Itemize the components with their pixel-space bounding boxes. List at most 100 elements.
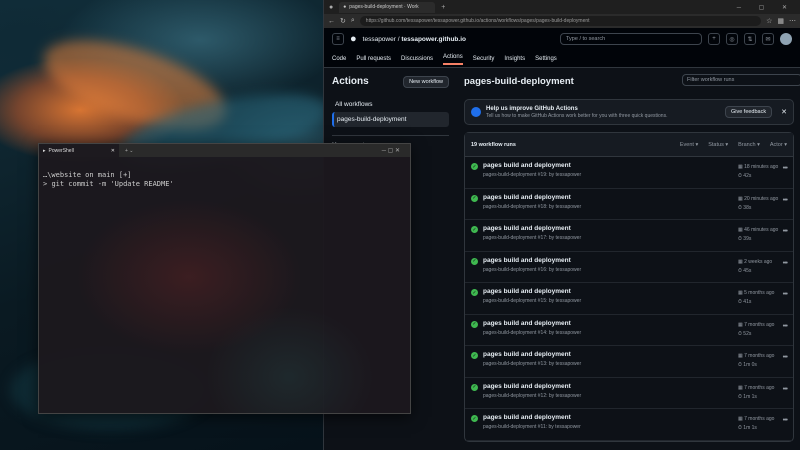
run-duration: 45s	[743, 267, 752, 274]
filter-actor[interactable]: Actor ▾	[770, 142, 787, 148]
search-input[interactable]: Type / to search	[560, 33, 702, 45]
back-icon[interactable]: ←	[328, 18, 335, 25]
run-duration: 42s	[743, 173, 752, 179]
banner-text: Tell us how to make GitHub Actions work …	[486, 112, 668, 119]
success-check-icon: ✓	[471, 257, 478, 265]
table-row[interactable]: ✓ pages build and deployment pages-build…	[465, 283, 793, 315]
run-options-icon[interactable]: •••	[783, 417, 788, 424]
run-title[interactable]: pages build and deployment	[483, 351, 581, 358]
run-title[interactable]: pages build and deployment	[483, 320, 581, 327]
run-options-icon[interactable]: •••	[783, 165, 788, 172]
terminal-tab-title: PowerShell	[48, 147, 74, 154]
table-row[interactable]: ✓ pages build and deployment pages-build…	[465, 315, 793, 346]
extensions-icon[interactable]: ▦	[777, 17, 784, 25]
sidebar-item-all-workflows[interactable]: All workflows	[332, 97, 449, 112]
create-new-icon[interactable]: +	[708, 33, 720, 45]
reload-icon[interactable]: ↻	[340, 17, 346, 25]
tab-insights[interactable]: Insights	[504, 56, 525, 62]
run-options-icon[interactable]: •••	[783, 197, 788, 204]
run-options-icon[interactable]: •••	[783, 260, 788, 267]
issues-icon[interactable]: ◎	[726, 33, 738, 45]
terminal-tab[interactable]: ▸ PowerShell ✕	[39, 144, 119, 157]
address-bar[interactable]: https://github.com/tessapower/tessapower…	[359, 16, 762, 26]
run-subtitle: pages-build-deployment #12: by tessapowe…	[483, 392, 582, 399]
tab-code[interactable]: Code	[332, 56, 346, 62]
new-tab-button[interactable]: +	[441, 4, 445, 11]
tab-actions[interactable]: Actions	[443, 54, 463, 65]
run-title[interactable]: pages build and deployment	[483, 383, 581, 390]
github-logo-icon[interactable]: ●	[350, 33, 357, 45]
table-row[interactable]: ✓ pages build and deployment pages-build…	[465, 220, 793, 252]
table-row[interactable]: ✓ pages build and deployment pages-build…	[465, 346, 793, 378]
run-title[interactable]: pages build and deployment	[483, 288, 581, 295]
repo-link[interactable]: tessapower.github.io	[401, 36, 466, 43]
run-title[interactable]: pages build and deployment	[483, 225, 581, 232]
new-workflow-button[interactable]: New workflow	[403, 76, 449, 88]
filter-branch[interactable]: Branch ▾	[738, 142, 760, 148]
filter-event[interactable]: Event ▾	[680, 142, 698, 148]
browser-menu-dots-icon[interactable]: ⋯	[789, 17, 796, 25]
run-duration: 41s	[743, 299, 752, 305]
tab-discussions[interactable]: Discussions	[401, 56, 433, 62]
run-meta: ▦ 46 minutes ago ⏱ 39s	[738, 227, 779, 242]
browser-toolbar: ← ↻ ⌕ https://github.com/tessapower/tess…	[324, 14, 800, 28]
runs-header: 19 workflow runs Event ▾ Status ▾ Branch…	[465, 133, 793, 157]
window-controls[interactable]: ─ ▢ ✕	[737, 4, 795, 11]
filter-status[interactable]: Status ▾	[708, 142, 728, 148]
sidebar-item-pages-build-deployment[interactable]: pages-build-deployment	[332, 112, 449, 127]
success-check-icon: ✓	[471, 320, 478, 328]
terminal-window-controls[interactable]: ─ ▢ ✕	[382, 147, 410, 154]
run-meta: ▦ 7 months ago ⏱ 1m 1s	[738, 384, 775, 400]
hamburger-menu-icon[interactable]: ≡	[332, 33, 344, 45]
bookmark-icon[interactable]: ☆	[766, 17, 772, 25]
run-duration: 1m 0s	[743, 362, 757, 368]
run-options-icon[interactable]: •••	[783, 228, 788, 235]
filter-runs-input[interactable]: Filter workflow runs	[682, 74, 800, 86]
run-options-icon[interactable]: •••	[783, 386, 788, 393]
run-options-icon[interactable]: •••	[783, 291, 788, 298]
table-row[interactable]: ✓ pages build and deployment pages-build…	[465, 378, 793, 409]
run-title[interactable]: pages build and deployment	[483, 414, 581, 421]
table-row[interactable]: ✓ pages build and deployment pages-build…	[465, 252, 793, 283]
github-header: ≡ ● tessapower / tessapower.github.io Ty…	[324, 28, 800, 68]
notifications-icon[interactable]: ✉	[762, 33, 774, 45]
tab-close-icon[interactable]: ✕	[111, 148, 115, 154]
run-duration: 1m 1s	[743, 393, 757, 400]
browser-tabbar: ● ● pages-build-deployment · Work + ─ ▢ …	[324, 0, 800, 14]
run-meta: ▦ 7 months ago ⏱ 52s	[738, 321, 775, 337]
banner-title: Help us improve GitHub Actions	[486, 105, 578, 112]
close-icon[interactable]: ✕	[781, 108, 787, 116]
run-time: 20 minutes ago	[744, 195, 779, 202]
run-meta: ▦ 7 months ago ⏱ 1m 1s	[738, 416, 775, 431]
owner-link[interactable]: tessapower	[363, 36, 396, 43]
table-row[interactable]: ✓ pages build and deployment pages-build…	[465, 189, 793, 220]
tab-settings[interactable]: Settings	[535, 56, 557, 62]
powershell-window[interactable]: ▸ PowerShell ✕ + ⌄ ─ ▢ ✕ …\website on ma…	[38, 143, 411, 414]
workflow-runs-list: 19 workflow runs Event ▾ Status ▾ Branch…	[464, 132, 794, 442]
give-feedback-button[interactable]: Give feedback	[724, 106, 773, 118]
browser-menu-icon[interactable]: ●	[329, 4, 333, 11]
run-duration: 1m 1s	[743, 425, 757, 431]
run-time: 18 minutes ago	[744, 164, 779, 170]
table-row[interactable]: ✓ pages build and deployment pages-build…	[465, 409, 793, 441]
run-time: 7 months ago	[744, 321, 775, 328]
repo-breadcrumb: tessapower / tessapower.github.io	[362, 35, 466, 43]
run-title[interactable]: pages build and deployment	[483, 162, 581, 169]
success-check-icon: ✓	[471, 383, 478, 391]
run-options-icon[interactable]: •••	[783, 354, 788, 361]
tab-pull-requests[interactable]: Pull requests	[356, 56, 391, 62]
tab-security[interactable]: Security	[473, 56, 495, 62]
run-time: 2 weeks ago	[744, 258, 773, 265]
run-subtitle: pages-build-deployment #15: by tessapowe…	[483, 298, 582, 304]
search-icon[interactable]: ⌕	[351, 17, 355, 25]
browser-tab[interactable]: ● pages-build-deployment · Work	[339, 1, 436, 13]
run-title[interactable]: pages build and deployment	[483, 257, 581, 264]
avatar[interactable]	[780, 33, 792, 45]
run-options-icon[interactable]: •••	[783, 323, 788, 330]
table-row[interactable]: ✓ pages build and deployment pages-build…	[465, 157, 793, 189]
run-title[interactable]: pages build and deployment	[483, 194, 581, 201]
new-terminal-tab-icon[interactable]: + ⌄	[125, 148, 134, 154]
run-meta: ▦ 18 minutes ago ⏱ 42s	[738, 164, 779, 179]
pull-requests-icon[interactable]: ⇅	[744, 33, 756, 45]
run-time: 7 months ago	[744, 384, 775, 391]
